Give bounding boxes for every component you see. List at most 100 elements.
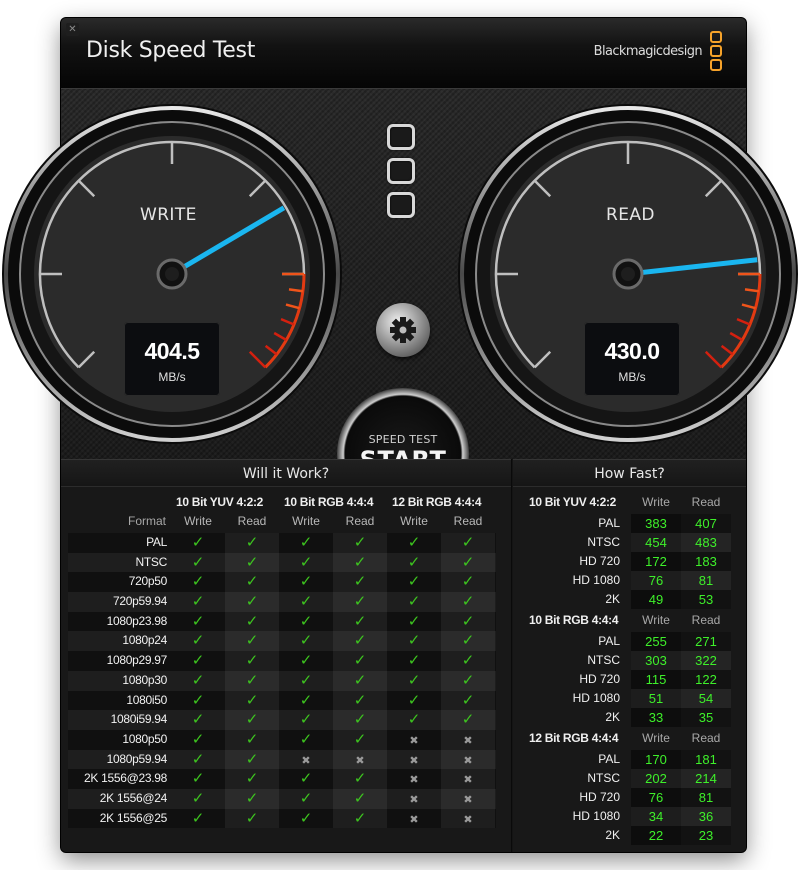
checkmark-icon: ✓: [245, 808, 259, 827]
checkmark-icon: ✓: [407, 710, 421, 729]
settings-button[interactable]: [376, 303, 430, 357]
speed-write-value: 383: [631, 514, 681, 533]
gear-icon: [390, 317, 416, 343]
speed-read-value: 81: [681, 571, 731, 590]
table-cell: ✓: [441, 592, 495, 612]
speed-sub-header: Write: [642, 613, 670, 627]
cross-icon: ✖: [409, 753, 419, 767]
speed-format-label: HD 720: [579, 672, 620, 686]
cross-icon: ✖: [463, 792, 473, 806]
speed-write-value: 22: [631, 826, 681, 845]
sub-header: Read: [237, 514, 267, 528]
checkmark-icon: ✓: [353, 592, 367, 611]
checkmark-icon: ✓: [407, 631, 421, 650]
speed-sub-header: Read: [691, 495, 721, 509]
table-cell: ✓: [279, 612, 333, 632]
sub-header: Write: [292, 514, 320, 528]
speed-write-value: 172: [631, 552, 681, 571]
checkmark-icon: ✓: [299, 670, 313, 689]
compatibility-table: PAL ✓ ✓ ✓ ✓ ✓ ✓ NTSC ✓ ✓ ✓ ✓ ✓ ✓ 720p50 ✓ ✓ ✓ ✓ ✓ ✓ 720p59.94…: [68, 533, 496, 829]
checkmark-icon: ✓: [461, 572, 475, 591]
speed-group-title: 10 Bit RGB 4:4:4: [529, 613, 619, 627]
table-cell: ✓: [225, 611, 279, 632]
cross-icon: ✖: [409, 773, 419, 787]
table-cell: ✓: [333, 729, 387, 750]
table-row: 1080p50 ✓ ✓ ✓ ✓ ✖ ✖: [68, 729, 496, 750]
speed-read-value: 81: [681, 788, 731, 807]
table-row: 720p50 ✓ ✓ ✓ ✓ ✓ ✓: [68, 572, 496, 593]
table-cell: ✓: [171, 651, 225, 671]
checkmark-icon: ✓: [245, 651, 259, 670]
checkmark-icon: ✓: [461, 710, 475, 729]
table-cell: ✖: [387, 750, 441, 770]
table-cell: ✖: [441, 729, 495, 750]
checkmark-icon: ✓: [353, 631, 367, 650]
cross-icon: ✖: [409, 792, 419, 806]
checkmark-icon: ✓: [407, 651, 421, 670]
brand-logo-icon: [710, 31, 722, 73]
checkmark-icon: ✓: [299, 651, 313, 670]
start-button-caption: SPEED TEST: [368, 433, 438, 446]
speed-read-value: 214: [681, 769, 731, 788]
checkmark-icon: ✓: [299, 552, 313, 571]
sub-header: Read: [453, 514, 483, 528]
speed-format-label: NTSC: [587, 653, 620, 667]
table-cell: ✓: [387, 572, 441, 592]
table-cell: ✓: [171, 750, 225, 770]
sub-header: Write: [184, 514, 212, 528]
table-cell: ✓: [171, 710, 225, 730]
table-cell: ✓: [225, 690, 279, 711]
checkmark-icon: ✓: [299, 592, 313, 611]
table-cell: ✓: [171, 769, 225, 789]
table-cell: ✓: [279, 769, 333, 789]
checkmark-icon: ✓: [353, 729, 367, 748]
close-button[interactable]: ✕: [66, 23, 79, 36]
table-row: 720p59.94 ✓ ✓ ✓ ✓ ✓ ✓: [68, 592, 496, 612]
cross-icon: ✖: [463, 733, 473, 747]
blackmagic-logo-icon: [387, 124, 417, 226]
checkmark-icon: ✓: [407, 592, 421, 611]
speed-row: 2K 49 53: [513, 590, 746, 609]
brand-name: Blackmagicdesign: [593, 44, 703, 59]
checkmark-icon: ✓: [191, 729, 205, 748]
checkmark-icon: ✓: [191, 631, 205, 650]
cross-icon: ✖: [301, 753, 311, 767]
checkmark-icon: ✓: [461, 631, 475, 650]
speed-row: PAL 170 181: [513, 750, 746, 769]
format-label: 720p50: [128, 574, 168, 589]
checkmark-icon: ✓: [299, 729, 313, 748]
speed-format-label: PAL: [598, 752, 620, 766]
app-title: Disk Speed Test: [86, 38, 256, 63]
format-label: 2K 1556@23.98: [83, 771, 167, 786]
checkmark-icon: ✓: [245, 690, 259, 709]
table-row: 1080p29.97 ✓ ✓ ✓ ✓ ✓ ✓: [68, 651, 496, 671]
table-cell: ✓: [279, 572, 333, 592]
read-speed-value: 430.0: [604, 338, 660, 364]
checkmark-icon: ✓: [191, 651, 205, 670]
table-cell: ✓: [171, 809, 225, 829]
read-gauge: [458, 104, 798, 444]
checkmark-icon: ✓: [191, 670, 205, 689]
checkmark-icon: ✓: [299, 710, 313, 729]
table-cell: ✓: [333, 690, 387, 711]
checkmark-icon: ✓: [461, 552, 475, 571]
speed-format-label: HD 1080: [572, 691, 620, 705]
checkmark-icon: ✓: [299, 769, 313, 788]
table-cell: ✓: [387, 631, 441, 651]
read-readout: 430.0 MB/s: [584, 322, 680, 396]
speed-write-value: 202: [631, 769, 681, 788]
speed-write-value: 49: [631, 590, 681, 609]
checkmark-icon: ✓: [191, 788, 205, 807]
checkmark-icon: ✓: [245, 710, 259, 729]
checkmark-icon: ✓: [245, 788, 259, 807]
table-cell: ✓: [279, 730, 333, 750]
group-header: 12 Bit RGB 4:4:4: [392, 495, 482, 509]
checkmark-icon: ✓: [461, 611, 475, 630]
checkmark-icon: ✓: [191, 533, 205, 551]
speed-read-value: 36: [681, 807, 731, 826]
checkmark-icon: ✓: [461, 670, 475, 689]
checkmark-icon: ✓: [191, 808, 205, 827]
checkmark-icon: ✓: [299, 788, 313, 807]
table-row: 1080i59.94 ✓ ✓ ✓ ✓ ✓ ✓: [68, 710, 496, 730]
speed-read-value: 183: [681, 552, 731, 571]
